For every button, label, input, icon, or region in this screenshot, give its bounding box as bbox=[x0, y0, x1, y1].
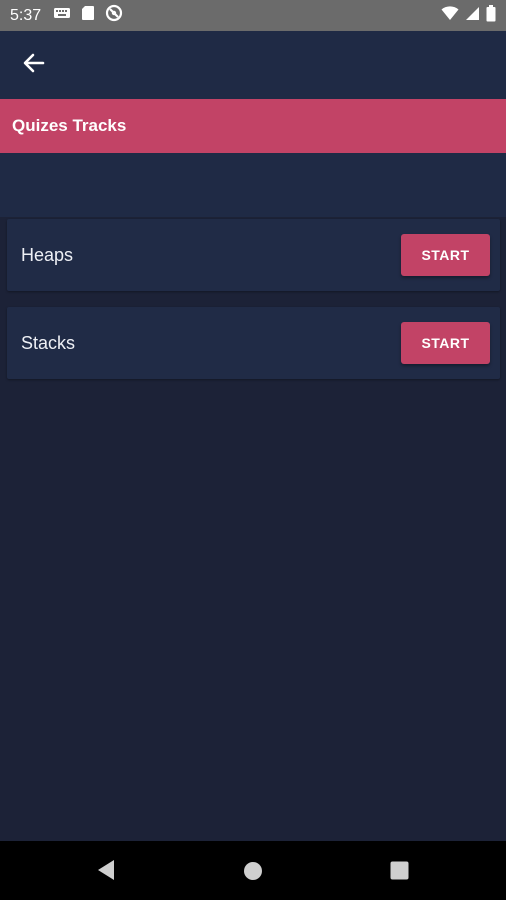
wifi-icon bbox=[441, 5, 459, 26]
recents-square-icon[interactable] bbox=[390, 861, 409, 885]
navigation-bar bbox=[0, 841, 506, 900]
keyboard-icon bbox=[53, 6, 71, 25]
status-bar: 5:37 bbox=[0, 0, 506, 31]
battery-icon bbox=[486, 4, 496, 27]
data-saver-icon bbox=[105, 4, 123, 27]
back-button[interactable] bbox=[16, 47, 52, 83]
content-top-band bbox=[0, 153, 506, 217]
back-triangle-icon[interactable] bbox=[95, 858, 117, 887]
start-button[interactable]: START bbox=[401, 234, 490, 276]
app-bar bbox=[0, 31, 506, 99]
start-button[interactable]: START bbox=[401, 322, 490, 364]
section-header: Quizes Tracks bbox=[0, 99, 506, 153]
signal-icon bbox=[465, 6, 480, 26]
status-time: 5:37 bbox=[10, 6, 42, 24]
section-title: Quizes Tracks bbox=[12, 116, 127, 135]
status-icons-left bbox=[53, 4, 123, 27]
arrow-left-icon bbox=[23, 53, 45, 78]
sim-card-icon bbox=[81, 5, 95, 26]
track-name: Stacks bbox=[21, 332, 76, 353]
status-icons-right bbox=[441, 4, 496, 27]
content-area: Heaps START Stacks START bbox=[0, 153, 506, 841]
track-card: Heaps START bbox=[7, 219, 500, 291]
track-name: Heaps bbox=[21, 244, 74, 265]
home-circle-icon[interactable] bbox=[243, 861, 263, 886]
track-card: Stacks START bbox=[7, 307, 500, 379]
